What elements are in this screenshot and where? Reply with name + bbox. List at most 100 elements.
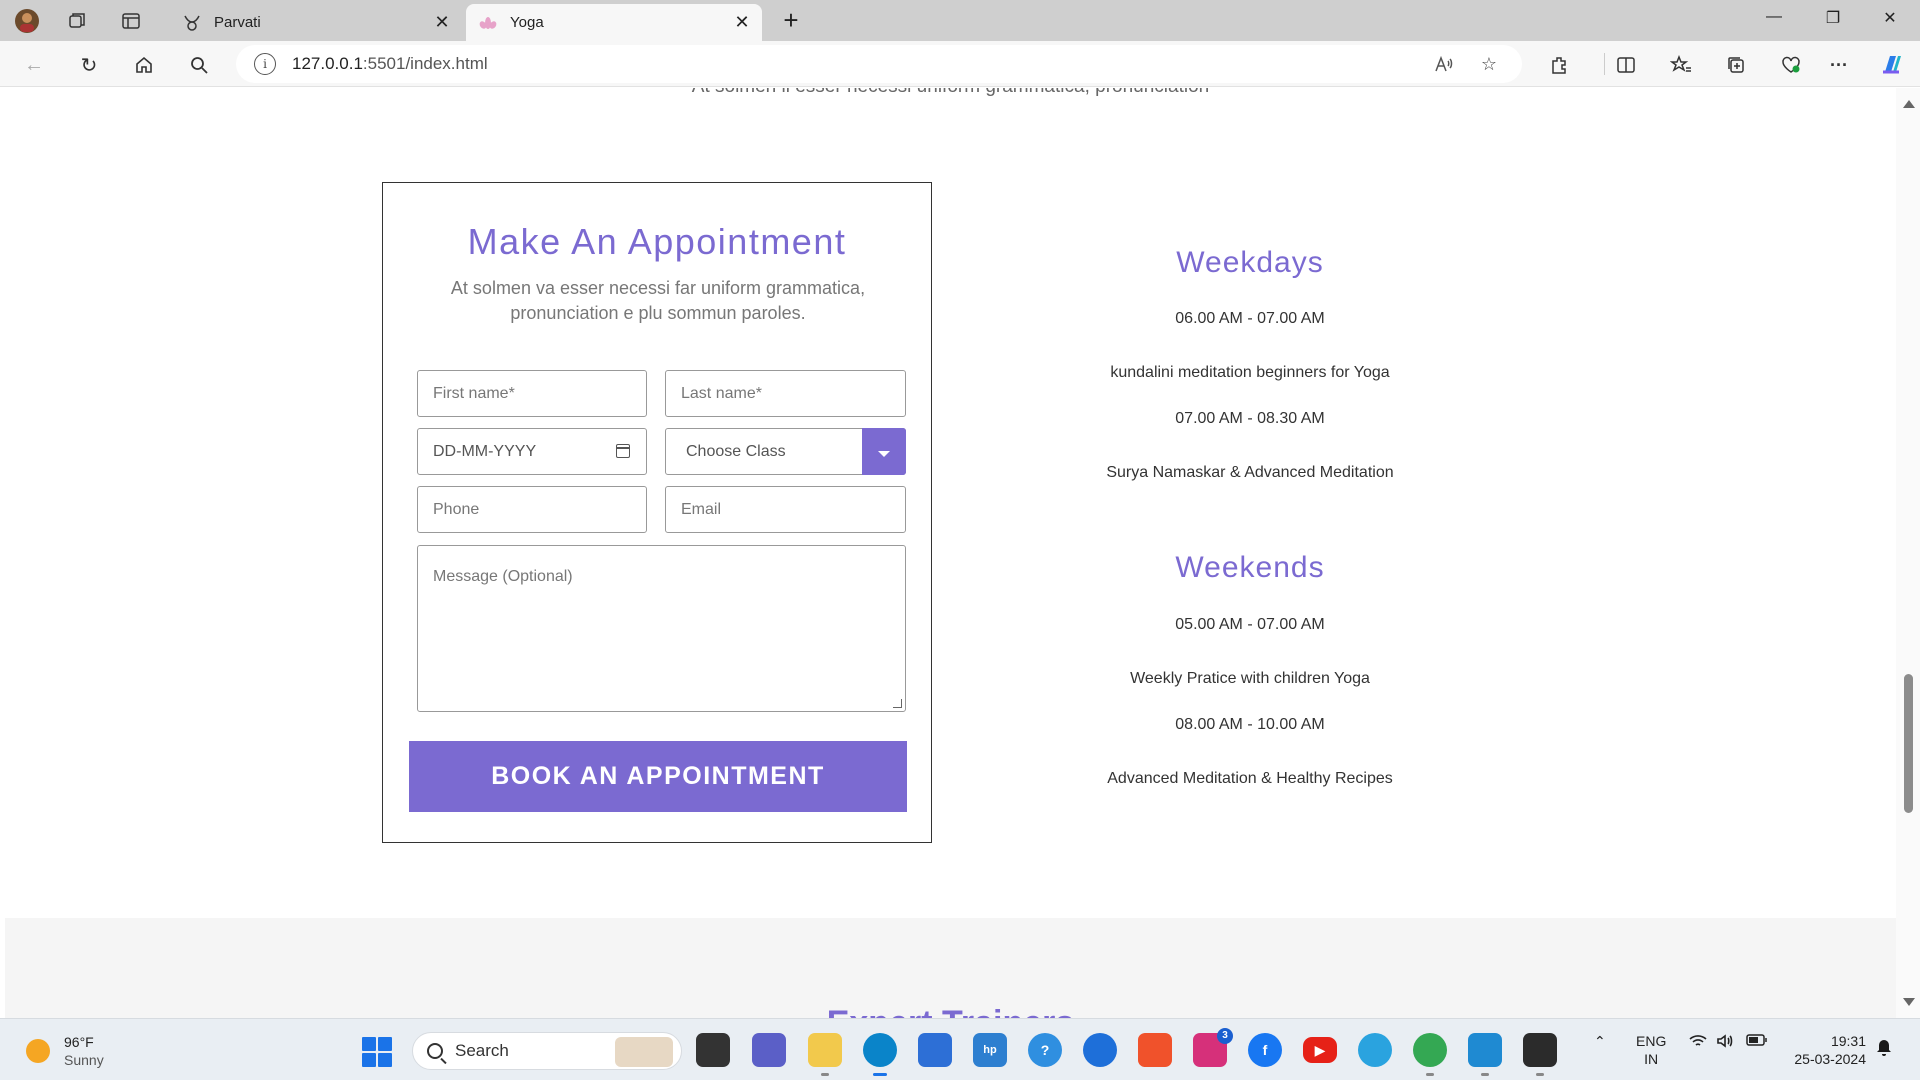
home-icon[interactable] [130, 51, 158, 79]
file-explorer-icon[interactable] [808, 1033, 842, 1076]
myhp-icon[interactable]: hp [973, 1033, 1007, 1067]
notification-bell-icon[interactable] [1876, 1039, 1892, 1060]
section-intro-text: At solmen li esser necessi uniform gramm… [5, 88, 1896, 98]
form-subtitle: At solmen va esser necessi far uniform g… [450, 278, 866, 323]
tab-actions-icon[interactable] [118, 8, 144, 34]
first-name-field[interactable]: First name* [417, 370, 647, 417]
close-tab-icon[interactable]: ✕ [430, 11, 454, 35]
weather-condition: Sunny [64, 1052, 104, 1068]
clock-date: 25-03-2024 [1794, 1051, 1866, 1067]
favorite-star-icon[interactable]: ☆ [1476, 51, 1502, 77]
taskbar: 96°F Sunny Search hp ? 3 f ▶ ⌃ ENG IN 19… [0, 1018, 1920, 1080]
instagram-badge: 3 [1217, 1028, 1233, 1044]
page-scrollbar[interactable] [1896, 88, 1920, 1018]
restore-button[interactable]: ❐ [1813, 8, 1853, 32]
sun-icon [26, 1039, 50, 1063]
split-screen-icon[interactable] [1612, 51, 1640, 79]
telegram-icon[interactable] [1358, 1033, 1392, 1067]
collections-icon[interactable] [1722, 51, 1750, 79]
book-appointment-button[interactable]: BOOK AN APPOINTMENT [409, 741, 907, 812]
browser-essentials-icon[interactable] [1777, 51, 1805, 79]
site-info-icon[interactable]: i [254, 53, 276, 75]
date-field[interactable]: DD-MM-YYYY [417, 428, 647, 475]
date-placeholder: DD-MM-YYYY [433, 442, 537, 460]
alexa-icon[interactable] [1083, 1033, 1117, 1067]
taskbar-search[interactable]: Search [412, 1032, 682, 1070]
tab-parvati[interactable]: Parvati ✕ [170, 4, 462, 41]
battery-icon[interactable] [1746, 1033, 1768, 1050]
email-placeholder: Email [681, 500, 722, 518]
extensions-icon[interactable] [1545, 51, 1573, 79]
task-view-icon[interactable] [696, 1033, 730, 1067]
scroll-thumb[interactable] [1904, 674, 1913, 813]
language-indicator[interactable]: ENG IN [1636, 1032, 1666, 1068]
url-path: :5501/index.html [362, 54, 488, 73]
copilot-icon[interactable] [1878, 51, 1906, 79]
resize-handle-icon[interactable] [893, 699, 902, 708]
wifi-icon[interactable] [1688, 1033, 1708, 1052]
youtube-icon[interactable]: ▶ [1303, 1037, 1337, 1063]
lotus-favicon-icon [478, 13, 498, 33]
message-placeholder: Message (Optional) [433, 568, 573, 585]
appointment-form: Make An Appointment At solmen va esser n… [382, 182, 932, 843]
address-bar[interactable]: i 127.0.0.1:5501/index.html ☆ [236, 45, 1522, 83]
scroll-down-icon[interactable] [1903, 998, 1915, 1006]
chrome-icon[interactable] [1413, 1033, 1447, 1076]
help-icon[interactable]: ? [1028, 1033, 1062, 1067]
system-clock[interactable]: 19:31 25-03-2024 [1780, 1032, 1866, 1068]
schedule-desc: Advanced Meditation & Healthy Recipes [1107, 770, 1393, 787]
more-menu-icon[interactable]: ··· [1825, 51, 1853, 79]
last-name-placeholder: Last name* [681, 384, 762, 402]
weekdays-schedule: Weekdays [1010, 246, 1490, 280]
message-textarea[interactable]: Message (Optional) [417, 545, 906, 712]
terminal-icon[interactable] [1523, 1033, 1557, 1076]
schedule-time: 08.00 AM - 10.00 AM [1175, 716, 1325, 733]
calendar-icon[interactable] [616, 444, 630, 458]
instagram-icon[interactable]: 3 [1193, 1028, 1233, 1067]
profile-avatar-icon[interactable] [14, 8, 40, 34]
workspaces-icon[interactable] [64, 8, 90, 34]
schedule-time: 06.00 AM - 07.00 AM [1175, 310, 1325, 327]
search-icon [427, 1043, 443, 1059]
favorites-icon[interactable] [1667, 51, 1695, 79]
tab-bar: Parvati ✕ Yoga ✕ + — ❐ ✕ [0, 0, 1920, 41]
close-tab-icon[interactable]: ✕ [730, 11, 754, 35]
weekends-heading: Weekends [1175, 551, 1325, 584]
read-aloud-icon[interactable] [1431, 51, 1457, 77]
tab-yoga[interactable]: Yoga ✕ [466, 4, 762, 41]
schedule-desc: Surya Namaskar & Advanced Meditation [1106, 464, 1394, 481]
brave-icon[interactable] [1138, 1033, 1172, 1067]
url-host: 127.0.0.1 [292, 54, 363, 73]
schedule-time: 07.00 AM - 08.30 AM [1175, 410, 1325, 427]
vscode-icon[interactable] [1468, 1033, 1502, 1076]
search-label: Search [455, 1041, 509, 1060]
start-button[interactable] [362, 1037, 392, 1067]
minimize-button[interactable]: — [1754, 8, 1794, 32]
schedule-desc: kundalini meditation beginners for Yoga [1110, 364, 1390, 381]
refresh-icon[interactable]: ↻ [75, 51, 103, 79]
volume-icon[interactable] [1716, 1033, 1736, 1052]
page-viewport: At solmen li esser necessi uniform gramm… [5, 88, 1896, 1018]
edge-icon[interactable] [863, 1033, 897, 1076]
search-icon[interactable] [185, 51, 213, 79]
facebook-icon[interactable]: f [1248, 1033, 1282, 1067]
back-arrow-icon[interactable]: ← [20, 51, 48, 79]
store-icon[interactable] [918, 1033, 952, 1067]
chevron-down-icon[interactable] [862, 428, 906, 475]
show-hidden-icons-icon[interactable]: ⌃ [1594, 1033, 1606, 1050]
phone-field[interactable]: Phone [417, 486, 647, 533]
tab-title: Yoga [510, 14, 544, 31]
phone-placeholder: Phone [433, 500, 480, 518]
new-tab-button[interactable]: + [776, 6, 806, 36]
teams-icon[interactable] [752, 1033, 786, 1067]
schedule-desc: Weekly Pratice with children Yoga [1130, 670, 1370, 687]
weekends-schedule: Weekends [1010, 551, 1490, 585]
last-name-field[interactable]: Last name* [665, 370, 906, 417]
scroll-up-icon[interactable] [1903, 100, 1915, 108]
close-window-button[interactable]: ✕ [1870, 8, 1910, 32]
weather-temp: 96°F [64, 1034, 94, 1050]
weather-widget[interactable]: 96°F Sunny [26, 1033, 104, 1069]
email-field[interactable]: Email [665, 486, 906, 533]
url-text[interactable]: 127.0.0.1:5501/index.html [292, 54, 488, 74]
class-select[interactable]: Choose Class [665, 428, 906, 475]
